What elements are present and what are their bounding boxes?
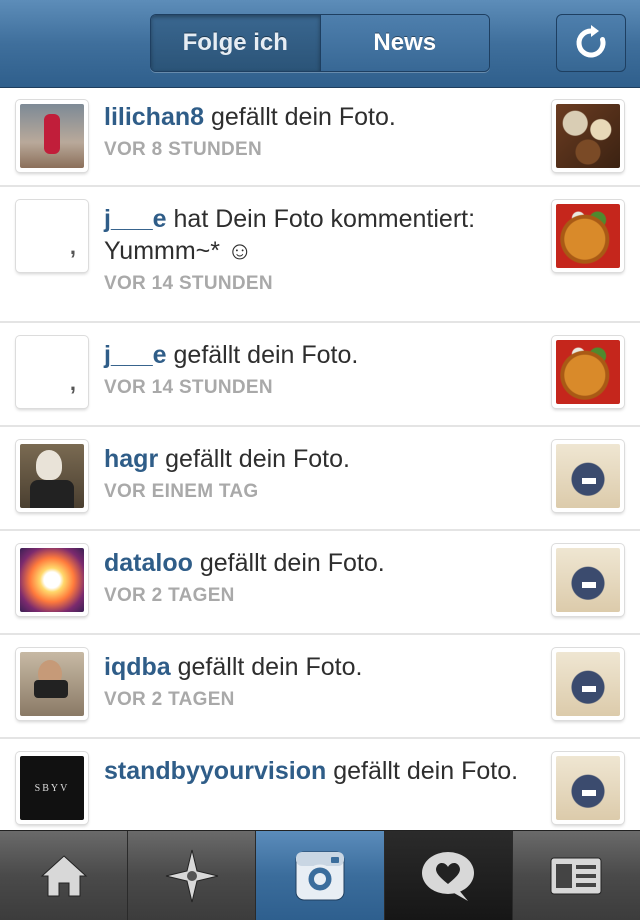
- activity-text: standbyyourvision gefällt dein Foto.: [104, 755, 524, 787]
- tab-camera[interactable]: [256, 831, 385, 920]
- timestamp: VOR 14 STUNDEN: [104, 377, 273, 398]
- username-link[interactable]: lilichan8: [104, 103, 204, 131]
- bottom-tab-bar: [0, 830, 640, 920]
- username-link[interactable]: j___e: [104, 341, 167, 369]
- activity-action: gefällt dein Foto.: [177, 653, 363, 681]
- activity-action: hat Dein Foto kommentiert:: [173, 205, 476, 233]
- username-link[interactable]: j___e: [104, 205, 167, 233]
- photo-thumbnail[interactable]: [552, 440, 624, 512]
- list-item[interactable]: iqdba gefällt dein Foto. VOR 2 TAGEN: [0, 635, 640, 739]
- photo-thumbnail[interactable]: [552, 752, 624, 824]
- list-item[interactable]: , j___e gefällt dein Foto. VOR 14 STUNDE…: [0, 323, 640, 427]
- list-item[interactable]: lilichan8 gefällt dein Foto. VOR 8 STUND…: [0, 89, 640, 187]
- avatar-logo-text: SBYV: [34, 782, 70, 794]
- photo-thumbnail[interactable]: [552, 336, 624, 408]
- camera-icon: [295, 851, 345, 900]
- explore-star-icon: [165, 849, 218, 902]
- avatar[interactable]: [16, 440, 88, 512]
- photo-thumbnail[interactable]: [552, 648, 624, 720]
- top-bar: Folge ich News: [0, 0, 640, 88]
- photo-thumbnail[interactable]: [552, 100, 624, 172]
- username-link[interactable]: iqdba: [104, 653, 171, 681]
- activity-action: gefällt dein Foto.: [165, 445, 350, 473]
- tab-following[interactable]: Folge ich: [151, 15, 321, 71]
- tab-explore[interactable]: [128, 831, 257, 920]
- refresh-icon: [576, 25, 606, 58]
- feed-segmented-control: Folge ich News: [150, 14, 490, 72]
- activity-text: hagr gefällt dein Foto.: [104, 443, 524, 475]
- activity-text: j___e gefällt dein Foto.: [104, 339, 524, 371]
- activity-action: gefällt dein Foto.: [333, 757, 519, 785]
- activity-list: lilichan8 gefällt dein Foto. VOR 8 STUND…: [0, 89, 640, 830]
- username-link[interactable]: dataloo: [104, 549, 193, 577]
- home-icon: [40, 854, 87, 896]
- list-item[interactable]: SBYV standbyyourvision gefällt dein Foto…: [0, 739, 640, 830]
- list-item[interactable]: dataloo gefällt dein Foto. VOR 2 TAGEN: [0, 531, 640, 635]
- avatar[interactable]: ,: [16, 200, 88, 272]
- profile-card-icon: [550, 857, 602, 894]
- activity-action: gefällt dein Foto.: [199, 549, 385, 577]
- timestamp: VOR 2 TAGEN: [104, 585, 235, 606]
- avatar[interactable]: [16, 648, 88, 720]
- tab-home[interactable]: [0, 831, 129, 920]
- activity-text: dataloo gefällt dein Foto.: [104, 547, 524, 579]
- activity-text: iqdba gefällt dein Foto.: [104, 651, 524, 683]
- timestamp: VOR 14 STUNDEN: [104, 273, 273, 294]
- username-link[interactable]: standbyyourvision: [104, 757, 326, 785]
- refresh-button[interactable]: [556, 14, 626, 72]
- news-heart-bubble-icon: [422, 851, 475, 901]
- list-item[interactable]: , j___e hat Dein Foto kommentiert: Yummm…: [0, 187, 640, 323]
- avatar[interactable]: [16, 544, 88, 616]
- tab-profile[interactable]: [512, 831, 640, 920]
- tab-news[interactable]: News: [320, 15, 489, 71]
- activity-action: gefällt dein Foto.: [211, 103, 396, 131]
- avatar[interactable]: [16, 100, 88, 172]
- activity-action: gefällt dein Foto.: [173, 341, 359, 369]
- activity-text: j___e hat Dein Foto kommentiert:: [104, 203, 524, 235]
- timestamp: VOR EINEM TAG: [104, 481, 259, 502]
- avatar[interactable]: SBYV: [16, 752, 88, 824]
- timestamp: VOR 8 STUNDEN: [104, 139, 263, 160]
- timestamp: VOR 2 TAGEN: [104, 689, 235, 710]
- photo-thumbnail[interactable]: [552, 544, 624, 616]
- tab-news[interactable]: [384, 831, 513, 920]
- comment-text: Yummm~* ☺: [104, 237, 253, 265]
- photo-thumbnail[interactable]: [552, 200, 624, 272]
- username-link[interactable]: hagr: [104, 445, 158, 473]
- list-item[interactable]: hagr gefällt dein Foto. VOR EINEM TAG: [0, 427, 640, 531]
- activity-text: lilichan8 gefällt dein Foto.: [104, 101, 524, 133]
- avatar[interactable]: ,: [16, 336, 88, 408]
